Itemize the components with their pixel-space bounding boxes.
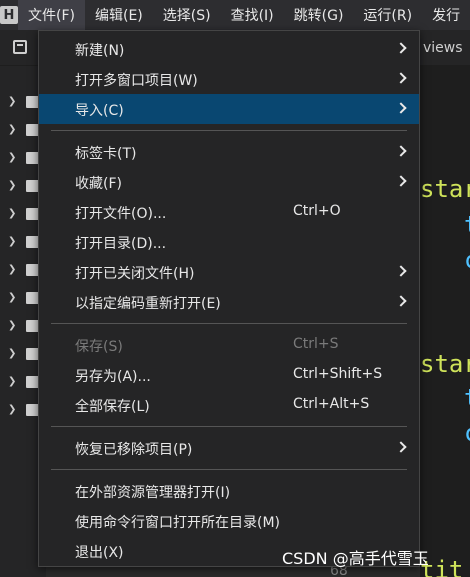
menu-edit[interactable]: 编辑(E): [85, 0, 153, 30]
chevron-right-icon[interactable]: ❯: [8, 208, 16, 219]
menu-find[interactable]: 查找(I): [221, 0, 284, 30]
menu-item-label: 以指定编码重新打开(E): [75, 296, 221, 312]
menu-publish[interactable]: 发行: [422, 0, 470, 30]
menu-item-restore-removed[interactable]: 恢复已移除项目(P): [39, 433, 419, 463]
editor-tab[interactable]: views: [423, 40, 463, 56]
code-token: star: [420, 350, 470, 378]
menu-separator: [51, 323, 407, 324]
chevron-right-icon: [395, 145, 407, 157]
menu-item-label: 导入(C): [75, 103, 124, 119]
chevron-right-icon: [395, 42, 407, 54]
menu-item-shortcut: Ctrl+Shift+S: [293, 366, 383, 382]
menu-select[interactable]: 选择(S): [153, 0, 221, 30]
chevron-right-icon[interactable]: ❯: [8, 236, 16, 247]
chevron-right-icon[interactable]: ❯: [8, 264, 16, 275]
menu-item-label: 收藏(F): [75, 176, 122, 192]
chevron-right-icon[interactable]: ❯: [8, 404, 16, 415]
menu-item-new[interactable]: 新建(N): [39, 34, 419, 64]
menu-item-open-multi-window[interactable]: 打开多窗口项目(W): [39, 64, 419, 94]
menu-item-tabs[interactable]: 标签卡(T): [39, 137, 419, 167]
chevron-right-icon[interactable]: ❯: [8, 180, 16, 191]
menu-item-save: 保存(S) Ctrl+S: [39, 330, 419, 360]
chevron-right-icon[interactable]: ❯: [8, 292, 16, 303]
chevron-right-icon: [395, 102, 407, 114]
menu-item-label: 保存(S): [75, 339, 123, 355]
menu-item-label: 新建(N): [75, 43, 125, 59]
menu-item-label: 另存为(A)...: [75, 369, 151, 385]
chevron-right-icon: [395, 265, 407, 277]
menu-item-shortcut: Ctrl+S: [293, 336, 339, 352]
menu-item-label: 全部保存(L): [75, 399, 150, 415]
chevron-right-icon[interactable]: ❯: [8, 124, 16, 135]
menu-file[interactable]: 文件(F): [18, 0, 85, 30]
menu-item-label: 退出(X): [75, 545, 124, 561]
chevron-right-icon[interactable]: ❯: [8, 152, 16, 163]
file-menu-dropdown: 新建(N) 打开多窗口项目(W) 导入(C) 标签卡(T) 收藏(F) 打开文件…: [38, 30, 420, 567]
watermark: CSDN @高手代雪玉: [282, 549, 429, 568]
menu-item-shortcut: Ctrl+O: [293, 203, 341, 219]
collapse-panel-icon[interactable]: [13, 40, 27, 54]
menu-separator: [51, 426, 407, 427]
menu-item-save-all[interactable]: 全部保存(L) Ctrl+Alt+S: [39, 390, 419, 420]
menu-item-label: 恢复已移除项目(P): [75, 442, 193, 458]
menu-item-reveal-in-explorer[interactable]: 在外部资源管理器打开(I): [39, 476, 419, 506]
code-token: star: [420, 175, 470, 203]
chevron-right-icon[interactable]: ❯: [8, 348, 16, 359]
menu-item-shortcut: Ctrl+Alt+S: [293, 396, 370, 412]
menu-separator: [51, 130, 407, 131]
code-token: t: [464, 384, 470, 412]
menu-item-reopen-with-encoding[interactable]: 以指定编码重新打开(E): [39, 287, 419, 317]
menu-run[interactable]: 运行(R): [353, 0, 422, 30]
menu-item-favorites[interactable]: 收藏(F): [39, 167, 419, 197]
menu-item-label: 打开目录(D)...: [75, 236, 167, 252]
menu-item-open-closed-file[interactable]: 打开已关闭文件(H): [39, 257, 419, 287]
chevron-right-icon: [395, 295, 407, 307]
code-token: c: [464, 419, 470, 447]
chevron-right-icon: [395, 441, 407, 453]
menu-item-open-in-terminal[interactable]: 使用命令行窗口打开所在目录(M): [39, 506, 419, 536]
menu-item-label: 在外部资源管理器打开(I): [75, 485, 231, 501]
menu-separator: [51, 469, 407, 470]
menu-item-label: 标签卡(T): [75, 146, 137, 162]
menu-item-label: 打开文件(O)...: [75, 206, 167, 222]
menu-item-label: 打开多窗口项目(W): [75, 73, 198, 89]
menu-bar: H 文件(F) 编辑(E) 选择(S) 查找(I) 跳转(G) 运行(R) 发行: [0, 0, 470, 30]
app-logo[interactable]: H: [0, 0, 18, 30]
menu-item-open-directory[interactable]: 打开目录(D)...: [39, 227, 419, 257]
code-editor[interactable]: star t c star t c: [420, 66, 470, 577]
menu-item-label: 打开已关闭文件(H): [75, 266, 195, 282]
code-token: t: [464, 211, 470, 239]
code-token: c: [464, 246, 470, 274]
menu-item-open-file[interactable]: 打开文件(O)... Ctrl+O: [39, 197, 419, 227]
app-logo-glyph: H: [0, 6, 18, 24]
chevron-right-icon[interactable]: ❯: [8, 376, 16, 387]
menu-item-save-as[interactable]: 另存为(A)... Ctrl+Shift+S: [39, 360, 419, 390]
chevron-right-icon[interactable]: ❯: [8, 96, 16, 107]
chevron-right-icon: [395, 175, 407, 187]
menu-item-label: 使用命令行窗口打开所在目录(M): [75, 515, 281, 531]
menu-item-import[interactable]: 导入(C): [39, 94, 419, 124]
menu-goto[interactable]: 跳转(G): [284, 0, 354, 30]
chevron-right-icon: [395, 72, 407, 84]
chevron-right-icon[interactable]: ❯: [8, 320, 16, 331]
